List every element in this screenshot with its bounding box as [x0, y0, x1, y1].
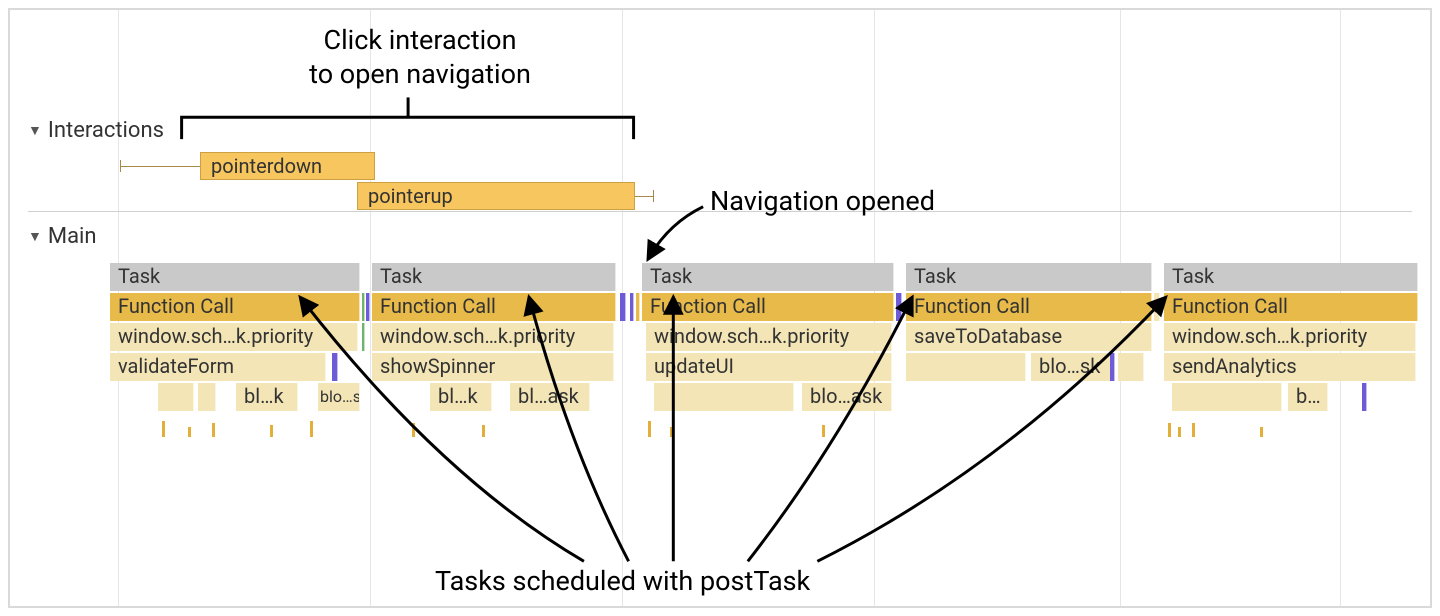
- tick-row: [906, 413, 1152, 437]
- flame-bar: [198, 383, 216, 411]
- flame-bar: bl…k: [430, 383, 492, 411]
- task-bar: Task: [1164, 263, 1418, 291]
- flame-bar: bl…k: [236, 383, 298, 411]
- interaction-whisker-cap: [653, 190, 654, 202]
- interaction-whisker: [635, 196, 653, 197]
- function-call-bar: Function Call: [110, 293, 360, 321]
- tick-row: [110, 413, 360, 437]
- annotation-bottom: Tasks scheduled with postTask: [435, 565, 810, 597]
- flame-sliver: [362, 323, 365, 351]
- flame-sliver: [366, 293, 370, 321]
- flame-sliver: [1154, 293, 1160, 321]
- flame-bar: blo…ask: [802, 383, 892, 411]
- collapse-icon[interactable]: ▼: [28, 122, 42, 139]
- main-track-header[interactable]: ▼ Main: [28, 224, 97, 249]
- flame-bar: b…: [1288, 383, 1328, 411]
- tick-row: [642, 413, 894, 437]
- flame-sliver: [636, 293, 640, 321]
- task-bar: Task: [642, 263, 894, 291]
- flame-bar: bl…ask: [510, 383, 590, 411]
- flame-sliver: [332, 353, 338, 381]
- diagram-frame: ▼ Interactions ▼ Main pointerdown pointeru…: [8, 8, 1432, 608]
- interaction-label: pointerup: [368, 184, 453, 208]
- task-bar: Task: [372, 263, 616, 291]
- flame-bar: window.sch…k.priority: [646, 323, 892, 351]
- flame-bar: blo…sk: [318, 383, 360, 411]
- flame-sliver: [620, 293, 626, 321]
- flame-bar: [654, 383, 794, 411]
- flame-bar: saveToDatabase: [906, 323, 1152, 351]
- flame-sliver: [1362, 383, 1367, 411]
- flame-bar: [158, 383, 194, 411]
- interaction-pointerup: pointerup: [357, 182, 635, 210]
- flame-bar: [1172, 383, 1282, 411]
- tick-row: [1164, 413, 1418, 437]
- function-call-bar: Function Call: [906, 293, 1152, 321]
- flame-bar: updateUI: [646, 353, 892, 381]
- function-call-bar: Function Call: [372, 293, 616, 321]
- annotation-nav-opened: Navigation opened: [710, 185, 935, 217]
- collapse-icon[interactable]: ▼: [28, 228, 42, 245]
- interactions-track-header[interactable]: ▼ Interactions: [28, 118, 164, 143]
- interaction-whisker-cap: [120, 160, 121, 172]
- gridline: [370, 10, 371, 606]
- interaction-whisker: [120, 166, 200, 167]
- flame-sliver: [896, 293, 902, 321]
- main-label: Main: [48, 224, 97, 249]
- flame-sliver: [1110, 353, 1115, 381]
- interaction-pointerdown: pointerdown: [200, 152, 375, 180]
- interactions-label: Interactions: [48, 118, 164, 143]
- flame-bar: blo…sk: [1031, 353, 1111, 381]
- flame-bar: [1118, 353, 1144, 381]
- flame-bar: validateForm: [110, 353, 326, 381]
- flame-bar: showSpinner: [372, 353, 614, 381]
- interaction-label: pointerdown: [211, 154, 322, 178]
- flame-bar: window.sch…k.priority: [1164, 323, 1416, 351]
- flame-bar: sendAnalytics: [1164, 353, 1416, 381]
- task-bar: Task: [110, 263, 360, 291]
- flame-bar: window.sch…k.priority: [372, 323, 614, 351]
- annotation-text: Click interaction to open navigation: [270, 24, 570, 92]
- flame-sliver: [362, 293, 365, 321]
- flame-sliver: [630, 293, 634, 321]
- task-bar: Task: [906, 263, 1152, 291]
- annotation-top: Click interaction to open navigation: [270, 24, 570, 92]
- flame-bar: [906, 353, 1026, 381]
- tick-row: [372, 413, 616, 437]
- flame-bar: window.sch…k.priority: [110, 323, 358, 351]
- function-call-bar: Function Call: [642, 293, 894, 321]
- function-call-bar: Function Call: [1164, 293, 1418, 321]
